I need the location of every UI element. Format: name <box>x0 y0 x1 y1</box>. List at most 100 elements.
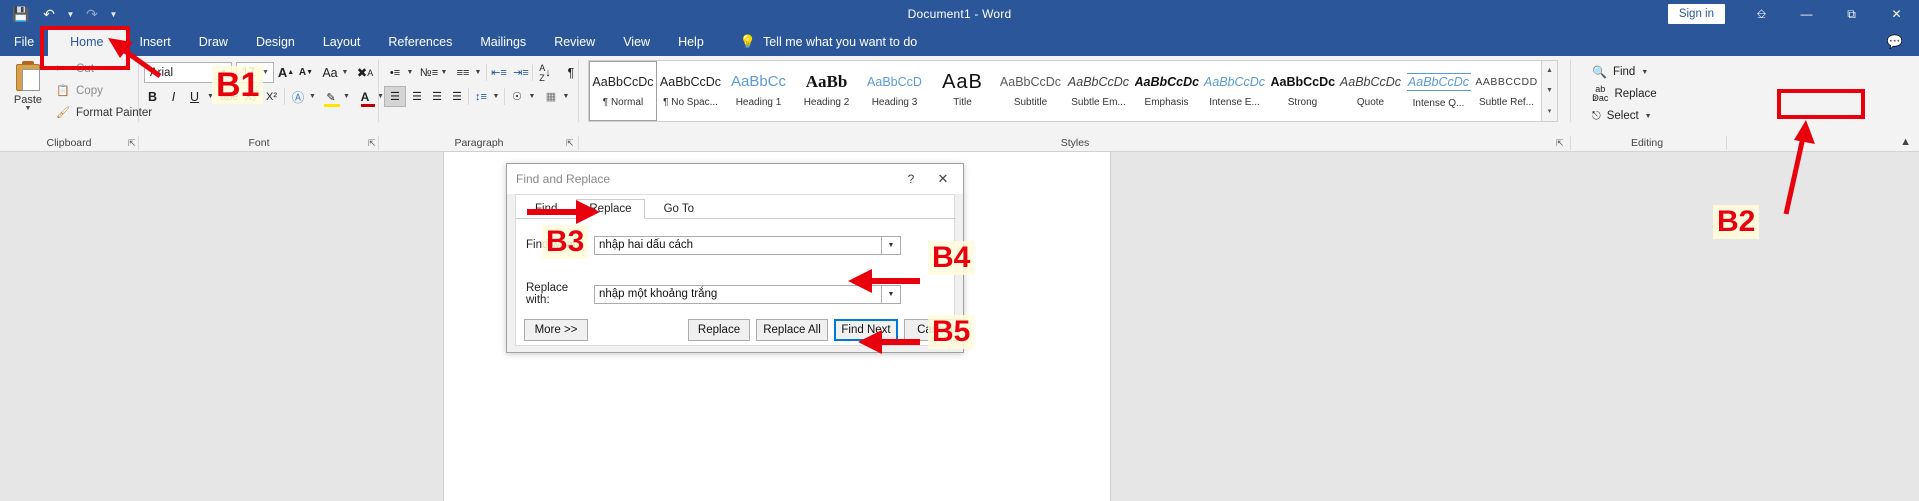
tab-review[interactable]: Review <box>540 28 609 56</box>
font-name-value: Arial <box>150 66 174 79</box>
close-icon[interactable]: ✕ <box>1874 0 1919 28</box>
multilevel-chevron-down-icon[interactable]: ▼ <box>473 62 483 83</box>
minimize-icon[interactable]: — <box>1784 0 1829 28</box>
find-chevron-down-icon[interactable]: ▼ <box>1641 69 1648 76</box>
grow-font-button[interactable]: A ▲ <box>276 62 296 83</box>
scroll-down-icon[interactable]: ▼ <box>1546 87 1553 94</box>
ribbon-display-options-icon[interactable]: ⎒ <box>1739 0 1784 28</box>
style-item-heading-2[interactable]: AaBb Heading 2 <box>793 61 861 121</box>
styles-dialog-launcher[interactable]: ⇱ <box>1556 138 1566 148</box>
tab-view[interactable]: View <box>609 28 664 56</box>
style-item-normal[interactable]: AaBbCcDc ¶ Normal <box>589 61 657 121</box>
shading-chevron-down-icon[interactable]: ▼ <box>527 86 537 107</box>
increase-indent-icon[interactable]: ⇥≡ <box>510 62 532 83</box>
tab-help[interactable]: Help <box>664 28 718 56</box>
borders-icon[interactable]: ▦ <box>540 86 562 107</box>
paragraph-dialog-launcher[interactable]: ⇱ <box>566 138 576 148</box>
tab-insert[interactable]: Insert <box>126 28 185 56</box>
font-dialog-launcher[interactable]: ⇱ <box>368 138 378 148</box>
cut-button[interactable]: ✂ Cut <box>56 60 94 78</box>
styles-gallery[interactable]: AaBbCcDc ¶ Normal AaBbCcDc ¶ No Spac... AaBb… <box>588 60 1542 122</box>
dialog-tab-replace[interactable]: Replace <box>576 199 645 219</box>
more-styles-icon[interactable]: ▾ <box>1548 107 1552 115</box>
change-case-chevron-down-icon[interactable]: ▼ <box>340 62 350 83</box>
decrease-indent-icon[interactable]: ⇤≡ <box>488 62 510 83</box>
superscript-button[interactable]: X² <box>261 86 282 107</box>
styles-scroll-controls[interactable]: ▲ ▼ ▾ <box>1542 60 1558 122</box>
style-item-heading-1[interactable]: AaBbCc Heading 1 <box>725 61 793 121</box>
italic-button[interactable]: I <box>163 86 184 107</box>
style-item-title[interactable]: AaB Title <box>929 61 997 121</box>
align-right-icon[interactable]: ☰ <box>426 86 448 107</box>
style-item-subtle-ref[interactable]: AABBCCDD Subtle Ref... <box>1473 61 1541 121</box>
replace-with-chevron-down-icon[interactable]: ▼ <box>882 284 901 304</box>
text-highlight-icon[interactable]: ✎ <box>320 86 342 107</box>
paste-chevron-down-icon[interactable]: ▼ <box>25 105 32 112</box>
text-effects-chevron-down-icon[interactable]: ▼ <box>307 86 318 107</box>
help-icon[interactable]: ? <box>903 172 919 186</box>
style-item-subtle-em[interactable]: AaBbCcDc Subtle Em... <box>1065 61 1133 121</box>
tab-references[interactable]: References <box>374 28 466 56</box>
tab-file[interactable]: File <box>0 28 48 56</box>
style-item-no-spac[interactable]: AaBbCcDc ¶ No Spac... <box>657 61 725 121</box>
underline-button[interactable]: U <box>184 86 205 107</box>
style-preview: AaBbCcDc <box>1270 75 1335 89</box>
style-item-quote[interactable]: AaBbCcDc Quote <box>1337 61 1405 121</box>
bullets-chevron-down-icon[interactable]: ▼ <box>405 62 415 83</box>
tab-design[interactable]: Design <box>242 28 309 56</box>
tab-draw[interactable]: Draw <box>185 28 242 56</box>
scroll-up-icon[interactable]: ▲ <box>1546 67 1553 74</box>
select-chevron-down-icon[interactable]: ▼ <box>1645 113 1652 120</box>
find-button[interactable]: 🔍 Find ▼ <box>1592 62 1648 82</box>
font-color-icon[interactable]: A <box>354 86 376 107</box>
numbering-chevron-down-icon[interactable]: ▼ <box>439 62 449 83</box>
tell-me-search[interactable]: 💡 Tell me what you want to do <box>718 28 917 56</box>
text-highlight-chevron-down-icon[interactable]: ▼ <box>341 86 352 107</box>
numbering-icon[interactable]: №≡ <box>418 62 440 83</box>
replace-button[interactable]: ab ↁac Replace <box>1592 84 1657 104</box>
style-item-intense-q[interactable]: AaBbCcDc Intense Q... <box>1405 61 1473 121</box>
style-item-heading-3[interactable]: AaBbCcD Heading 3 <box>861 61 929 121</box>
collapse-ribbon-chevron-up-icon[interactable]: ▲ <box>1900 136 1911 148</box>
sign-in-button[interactable]: Sign in <box>1667 4 1725 24</box>
copy-button[interactable]: 📋 Copy <box>56 82 103 100</box>
line-spacing-chevron-down-icon[interactable]: ▼ <box>491 86 501 107</box>
tab-home[interactable]: Home <box>48 28 126 56</box>
select-button[interactable]: ⎋ Select ▼ <box>1592 106 1652 126</box>
text-effects-icon[interactable]: Ⓐ <box>288 86 308 107</box>
clipboard-dialog-launcher[interactable]: ⇱ <box>128 138 138 148</box>
find-next-button[interactable]: Find Next <box>834 319 898 341</box>
replace-dialog-button[interactable]: Replace <box>688 319 750 341</box>
style-item-intense-e[interactable]: AaBbCcDc Intense E... <box>1201 61 1269 121</box>
align-left-icon[interactable]: ☰ <box>384 86 406 107</box>
replace-all-button[interactable]: Replace All <box>756 319 828 341</box>
find-what-chevron-down-icon[interactable]: ▼ <box>882 235 901 255</box>
replace-with-input[interactable]: nhập một khoảng trắng <box>594 284 882 304</box>
borders-chevron-down-icon[interactable]: ▼ <box>561 86 571 107</box>
align-center-icon[interactable]: ☰ <box>406 86 428 107</box>
bullets-icon[interactable]: •≡ <box>384 62 406 83</box>
style-item-emphasis[interactable]: AaBbCcDc Emphasis <box>1133 61 1201 121</box>
tab-mailings[interactable]: Mailings <box>466 28 540 56</box>
shrink-font-button[interactable]: A ▼ <box>296 62 316 83</box>
multilevel-list-icon[interactable]: ≡≡ <box>452 62 474 83</box>
dialog-tab-find[interactable]: Find <box>522 199 570 219</box>
justify-icon[interactable]: ☰ <box>446 86 468 107</box>
clear-formatting-icon[interactable]: ✖ A <box>354 62 376 83</box>
restore-icon[interactable]: ⧉ <box>1829 0 1874 28</box>
line-spacing-icon[interactable]: ↕≡ <box>470 86 492 107</box>
dialog-tab-goto[interactable]: Go To <box>651 199 707 219</box>
comments-icon[interactable]: 💬 <box>1871 28 1919 56</box>
style-item-strong[interactable]: AaBbCcDc Strong <box>1269 61 1337 121</box>
dialog-close-icon[interactable]: ✕ <box>935 171 951 187</box>
tab-layout[interactable]: Layout <box>309 28 375 56</box>
shading-icon[interactable]: ☉ <box>506 86 528 107</box>
find-what-input[interactable]: nhập hai dấu cách <box>594 235 882 255</box>
paste-button[interactable]: Paste ▼ <box>6 59 50 129</box>
paste-icon <box>13 61 43 93</box>
style-item-subtitle[interactable]: AaBbCcDc Subtitle <box>997 61 1065 121</box>
more-button[interactable]: More >> <box>524 319 588 341</box>
change-case-button[interactable]: Aa <box>318 62 342 83</box>
bold-button[interactable]: B <box>142 86 163 107</box>
sort-icon[interactable]: A Z ↓ <box>534 62 556 83</box>
